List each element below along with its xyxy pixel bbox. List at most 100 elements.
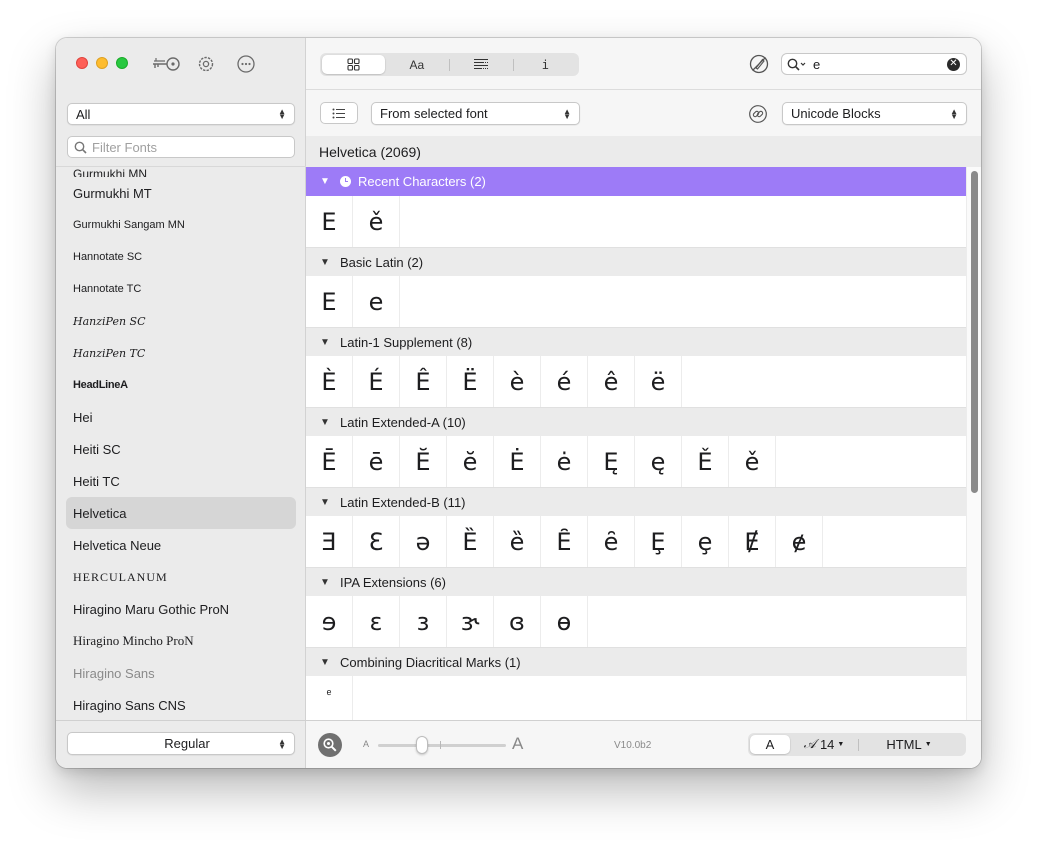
collection-popup[interactable]: All ▲ ▼: [67, 103, 295, 125]
section-header[interactable]: ▼ Basic Latin (2): [306, 247, 966, 276]
glyph-cell[interactable]: ɇ: [776, 516, 823, 567]
glyph-cell[interactable]: e: [353, 276, 400, 327]
grouping-popup[interactable]: Unicode Blocks ▲ ▼: [782, 102, 967, 125]
section-header[interactable]: ▼ Latin-1 Supplement (8): [306, 327, 966, 356]
minimize-window-button[interactable]: [96, 57, 108, 69]
disclosure-triangle-icon[interactable]: ▼: [320, 497, 340, 508]
filter-toggle-button[interactable]: [748, 53, 770, 75]
glyph-cell[interactable]: ě: [729, 436, 776, 487]
glyph-cell[interactable]: ē: [353, 436, 400, 487]
glyph-cell[interactable]: Ė: [494, 436, 541, 487]
character-source-popup[interactable]: From selected font ▲ ▼: [371, 102, 580, 125]
list-toggle-button[interactable]: [320, 102, 358, 124]
glyph-cell[interactable]: ǝ: [400, 516, 447, 567]
glyph-cell[interactable]: Ê: [400, 356, 447, 407]
section-header[interactable]: ▼ Recent Characters (2): [306, 167, 966, 196]
section-header[interactable]: ▼ Latin Extended-B (11): [306, 487, 966, 516]
glyph-cell[interactable]: E: [306, 196, 353, 247]
glyph-cell[interactable]: ë: [635, 356, 682, 407]
font-list-item[interactable]: HanziPen SC: [56, 305, 306, 337]
glyph-size-slider-knob[interactable]: [416, 736, 429, 754]
disclosure-triangle-icon[interactable]: ▼: [320, 176, 340, 187]
glyph-cell[interactable]: Ɛ: [353, 516, 400, 567]
glyph-cell[interactable]: ę: [635, 436, 682, 487]
glyph-cell[interactable]: È: [306, 356, 353, 407]
glyph-cell[interactable]: ɵ: [541, 596, 588, 647]
disclosure-triangle-icon[interactable]: ▼: [320, 257, 340, 268]
disclosure-triangle-icon[interactable]: ▼: [320, 577, 340, 588]
font-style-popup[interactable]: Regular ▲ ▼: [67, 732, 295, 755]
glyph-cell[interactable]: ė: [541, 436, 588, 487]
font-list-item[interactable]: Gurmukhi MT: [56, 177, 306, 209]
more-button[interactable]: [231, 53, 261, 75]
font-sample-tab[interactable]: Aa: [385, 55, 448, 74]
glyph-cell[interactable]: Ɇ: [729, 516, 776, 567]
character-list-tab[interactable]: [450, 55, 513, 74]
glyph-size-slider[interactable]: [378, 744, 506, 747]
font-list-item[interactable]: Hannotate SC: [56, 241, 306, 273]
font-list-item[interactable]: Heiti TC: [56, 465, 306, 497]
section-header[interactable]: ▼ IPA Extensions (6): [306, 567, 966, 596]
link-button[interactable]: [748, 104, 768, 124]
glyph-cell[interactable]: ͤ: [306, 676, 353, 720]
font-list-item[interactable]: Heiti SC: [56, 433, 306, 465]
disclosure-triangle-icon[interactable]: ▼: [320, 417, 340, 428]
font-list-item[interactable]: Hiragino Mincho ProN: [56, 625, 306, 657]
output-format-popup[interactable]: HTML ▼: [859, 735, 959, 754]
zoom-button[interactable]: [318, 733, 342, 757]
keys-button[interactable]: [151, 53, 181, 75]
vertical-scrollbar[interactable]: [966, 167, 981, 720]
glyph-cell[interactable]: è: [494, 356, 541, 407]
settings-button[interactable]: [191, 53, 221, 75]
glyph-cell[interactable]: ĕ: [447, 436, 494, 487]
glyph-cell[interactable]: ȇ: [588, 516, 635, 567]
glyph-cell[interactable]: Ȩ: [635, 516, 682, 567]
glyph-cell[interactable]: E: [306, 276, 353, 327]
plain-glyph-format-tab[interactable]: A: [750, 735, 790, 754]
info-tab[interactable]: i: [514, 55, 577, 74]
glyph-cell[interactable]: ɘ: [306, 596, 353, 647]
glyph-cell[interactable]: É: [353, 356, 400, 407]
glyph-cell[interactable]: ɜ: [400, 596, 447, 647]
font-list-item[interactable]: Hei: [56, 401, 306, 433]
glyph-cell[interactable]: é: [541, 356, 588, 407]
font-list-item[interactable]: Hiragino Sans CNS: [56, 689, 306, 720]
scrollbar-thumb[interactable]: [971, 171, 978, 493]
font-list-item[interactable]: HeadLineA: [56, 369, 306, 401]
glyph-cell[interactable]: Ȇ: [541, 516, 588, 567]
font-list-item[interactable]: Hiragino Maru Gothic ProN: [56, 593, 306, 625]
glyph-cell[interactable]: Ȅ: [447, 516, 494, 567]
filter-fonts-field[interactable]: Filter Fonts: [67, 136, 295, 158]
glyph-cell[interactable]: ɛ: [353, 596, 400, 647]
glyph-cell[interactable]: Ē: [306, 436, 353, 487]
glyph-cell[interactable]: Ǝ: [306, 516, 353, 567]
glyph-cell[interactable]: ê: [588, 356, 635, 407]
glyph-cell[interactable]: ȅ: [494, 516, 541, 567]
glyph-cell[interactable]: Ĕ: [400, 436, 447, 487]
clear-search-icon[interactable]: ✕: [947, 57, 960, 71]
grid-view-tab[interactable]: [322, 55, 386, 74]
section-header[interactable]: ▼ Combining Diacritical Marks (1): [306, 647, 966, 676]
font-list-item[interactable]: HanziPen TC: [56, 337, 306, 369]
glyph-cell[interactable]: ɝ: [447, 596, 494, 647]
font-size-popup[interactable]: 𝒜 14 ▼: [790, 735, 858, 754]
glyph-cell[interactable]: Ë: [447, 356, 494, 407]
section-header[interactable]: ▼ Latin Extended-A (10): [306, 407, 966, 436]
font-list[interactable]: Gurmukhi MN Gurmukhi MT Gurmukhi Sangam MN…: [56, 166, 306, 720]
character-search-field[interactable]: e ✕: [781, 53, 967, 75]
glyph-cell[interactable]: Ę: [588, 436, 635, 487]
disclosure-triangle-icon[interactable]: ▼: [320, 337, 340, 348]
font-list-item[interactable]: Helvetica: [66, 497, 296, 529]
disclosure-triangle-icon[interactable]: ▼: [320, 657, 340, 668]
font-list-item[interactable]: HERCULANUM: [56, 561, 306, 593]
glyph-cell[interactable]: Ě: [682, 436, 729, 487]
close-window-button[interactable]: [76, 57, 88, 69]
glyph-cell[interactable]: ě: [353, 196, 400, 247]
zoom-window-button[interactable]: [116, 57, 128, 69]
font-list-item[interactable]: Helvetica Neue: [56, 529, 306, 561]
font-list-item[interactable]: Hannotate TC: [56, 273, 306, 305]
glyph-cell[interactable]: ɞ: [494, 596, 541, 647]
font-list-item[interactable]: Hiragino Sans: [56, 657, 306, 689]
font-list-item[interactable]: Gurmukhi Sangam MN: [56, 209, 306, 241]
font-list-item[interactable]: Gurmukhi MN: [56, 167, 306, 177]
